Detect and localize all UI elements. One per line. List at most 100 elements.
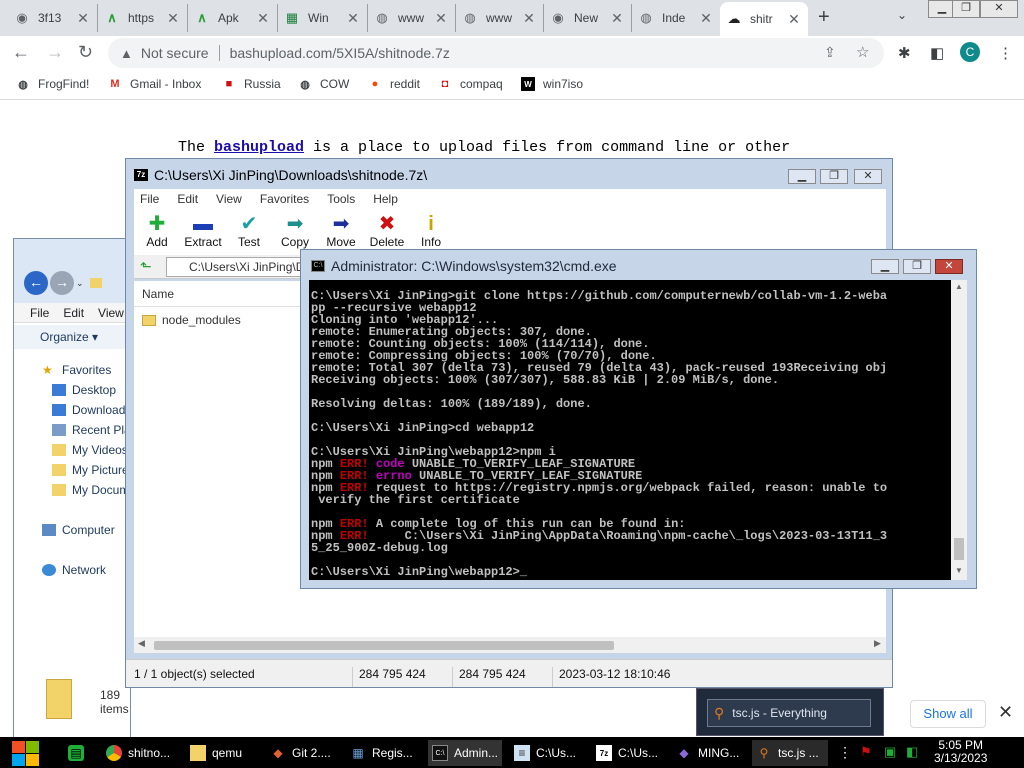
info-button[interactable]: i Info (406, 213, 456, 249)
taskbar-item-cmd[interactable]: C:\ Admin... (428, 740, 502, 766)
browser-tab[interactable]: ◉ New ✕ (544, 4, 632, 32)
new-tab-button[interactable]: + (818, 6, 830, 29)
add-button[interactable]: ✚ Add (132, 213, 182, 249)
close-button[interactable]: ✕ (854, 169, 882, 184)
extensions-icon[interactable]: ✱ (898, 44, 911, 62)
taskbar-item-messages[interactable]: ▤ (64, 740, 94, 766)
scrollbar-thumb[interactable] (154, 641, 614, 650)
side-panel-icon[interactable]: ◧ (930, 44, 944, 62)
menu-dots-icon[interactable]: ⋮ (998, 44, 1013, 62)
sevenzip-menu-bar: File Edit View Favorites Tools Help (134, 189, 886, 209)
minimize-button[interactable]: ▁ (871, 259, 899, 274)
menu-edit[interactable]: Edit (177, 189, 198, 209)
taskbar-item-mingw[interactable]: ◆ MING... (672, 740, 746, 766)
menu-tools[interactable]: Tools (327, 189, 355, 209)
reload-icon[interactable]: ↻ (78, 42, 93, 63)
browser-tab[interactable]: ∧ https ✕ (98, 4, 188, 32)
gmail-icon: M (110, 78, 120, 90)
close-icon[interactable]: ✕ (998, 702, 1013, 723)
scrollbar-thumb[interactable] (954, 538, 964, 560)
vertical-scrollbar[interactable]: ▲ ▼ (951, 280, 967, 580)
menu-view[interactable]: View (216, 189, 242, 209)
menu-file[interactable]: File (30, 303, 49, 322)
menu-help[interactable]: Help (373, 189, 398, 209)
bashupload-link[interactable]: bashupload (214, 139, 304, 156)
start-button[interactable] (10, 739, 40, 767)
menu-view[interactable]: View (98, 303, 124, 322)
browser-tab[interactable]: ▦ Win ✕ (278, 4, 368, 32)
browser-tab[interactable]: ◍ Inde ✕ (632, 4, 720, 32)
extract-button[interactable]: ▬ Extract (178, 213, 228, 249)
folder-up-icon[interactable]: ⬑ (140, 258, 152, 275)
bookmark-russia[interactable]: ■ Russia (222, 77, 281, 91)
tray-overflow-icon[interactable]: ⋮ (838, 744, 852, 761)
url-text[interactable]: bashupload.com/5XI5A/shitnode.7z (230, 45, 450, 61)
bookmark-win7iso[interactable]: Wwin7iso (521, 77, 583, 91)
move-button[interactable]: ➡ Move (316, 213, 366, 249)
scroll-right-icon[interactable]: ▶ (874, 638, 881, 649)
bookmark-reddit[interactable]: ● reddit (368, 77, 420, 91)
close-tab-icon[interactable]: ✕ (165, 10, 181, 27)
taskbar-item-everything[interactable]: ⚲ tsc.js ... (752, 740, 828, 766)
taskbar-item-git[interactable]: ◆ Git 2.... (266, 740, 338, 766)
maximize-button[interactable]: ❐ (952, 0, 980, 18)
bookmark-star-icon[interactable]: ☆ (856, 43, 869, 61)
browser-tab-active[interactable]: ☁ shitr ✕ (720, 2, 808, 36)
bookmark-cow[interactable]: ◍ COW (298, 77, 349, 91)
avatar[interactable]: C (960, 42, 980, 62)
delete-button[interactable]: ✖ Delete (362, 213, 412, 249)
address-bar[interactable]: ▲ Not secure bashupload.com/5XI5A/shitno… (108, 38, 884, 68)
show-all-button[interactable]: Show all (910, 700, 986, 728)
close-tab-icon[interactable]: ✕ (609, 10, 625, 27)
close-tab-icon[interactable]: ✕ (521, 10, 537, 27)
menu-favorites[interactable]: Favorites (260, 189, 309, 209)
tab-search-button[interactable]: ⌄ (897, 8, 907, 22)
everything-preview[interactable]: ⚲ tsc.js - Everything (707, 699, 871, 727)
bookmark-frogfind[interactable]: ◍ FrogFind! (16, 77, 89, 91)
close-tab-icon[interactable]: ✕ (345, 10, 361, 27)
minimize-button[interactable]: ▁ (788, 169, 816, 184)
maximize-button[interactable]: ❐ (820, 169, 848, 184)
scroll-up-icon[interactable]: ▲ (955, 282, 963, 291)
volume-icon[interactable]: ◧ (906, 744, 918, 760)
nav-label: Desktop (72, 383, 117, 397)
organize-button[interactable]: Organize ▾ (14, 325, 132, 349)
system-clock[interactable]: 5:05 PM 3/13/2023 (934, 739, 987, 765)
maximize-button[interactable]: ❐ (903, 259, 931, 274)
browser-tab[interactable]: ∧ Apk ✕ (188, 4, 278, 32)
close-tab-icon[interactable]: ✕ (786, 11, 802, 28)
taskbar-item-chrome[interactable]: shitno... (102, 740, 174, 766)
close-tab-icon[interactable]: ✕ (433, 10, 449, 27)
taskbar-item-registry[interactable]: ▦ Regis... (346, 740, 418, 766)
back-arrow-icon[interactable]: ← (12, 42, 30, 63)
bookmark-compaq[interactable]: ◘ compaq (438, 77, 503, 91)
menu-edit[interactable]: Edit (63, 303, 84, 322)
taskbar-item-notepad[interactable]: ≡ C:\Us... (510, 740, 584, 766)
close-button[interactable]: ✕ (935, 259, 963, 274)
taskbar-item-7zip[interactable]: 7z C:\Us... (592, 740, 666, 766)
back-button[interactable]: ← (24, 271, 48, 295)
browser-tab[interactable]: ◉ 3f13 ✕ (8, 4, 98, 32)
network-tray-icon[interactable]: ▣ (884, 744, 896, 760)
forward-button[interactable]: → (50, 271, 74, 295)
share-icon[interactable]: ⇪ (824, 44, 836, 61)
horizontal-scrollbar[interactable]: ◀ ▶ (134, 637, 886, 653)
browser-tab[interactable]: ◍ www ✕ (368, 4, 456, 32)
scroll-down-icon[interactable]: ▼ (955, 566, 963, 575)
test-button[interactable]: ✔ Test (224, 213, 274, 249)
copy-button[interactable]: ➡ Copy (270, 213, 320, 249)
browser-tab[interactable]: ◍ www ✕ (456, 4, 544, 32)
console-output[interactable]: C:\Users\Xi JinPing>git clone https://gi… (309, 280, 951, 580)
scroll-left-icon[interactable]: ◀ (138, 638, 145, 649)
menu-file[interactable]: File (140, 189, 159, 209)
chevron-down-icon[interactable]: ⌄ (76, 278, 84, 289)
taskbar-item-qemu[interactable]: qemu (186, 740, 258, 766)
list-item[interactable]: node_modules (142, 313, 241, 327)
close-tab-icon[interactable]: ✕ (75, 10, 91, 27)
flag-icon[interactable]: ⚑ (860, 744, 872, 760)
close-button[interactable]: ✕ (980, 0, 1018, 18)
close-tab-icon[interactable]: ✕ (255, 10, 271, 27)
close-tab-icon[interactable]: ✕ (698, 10, 714, 27)
forward-arrow-icon[interactable]: → (46, 42, 64, 63)
bookmark-gmail[interactable]: M Gmail - Inbox (108, 77, 201, 91)
